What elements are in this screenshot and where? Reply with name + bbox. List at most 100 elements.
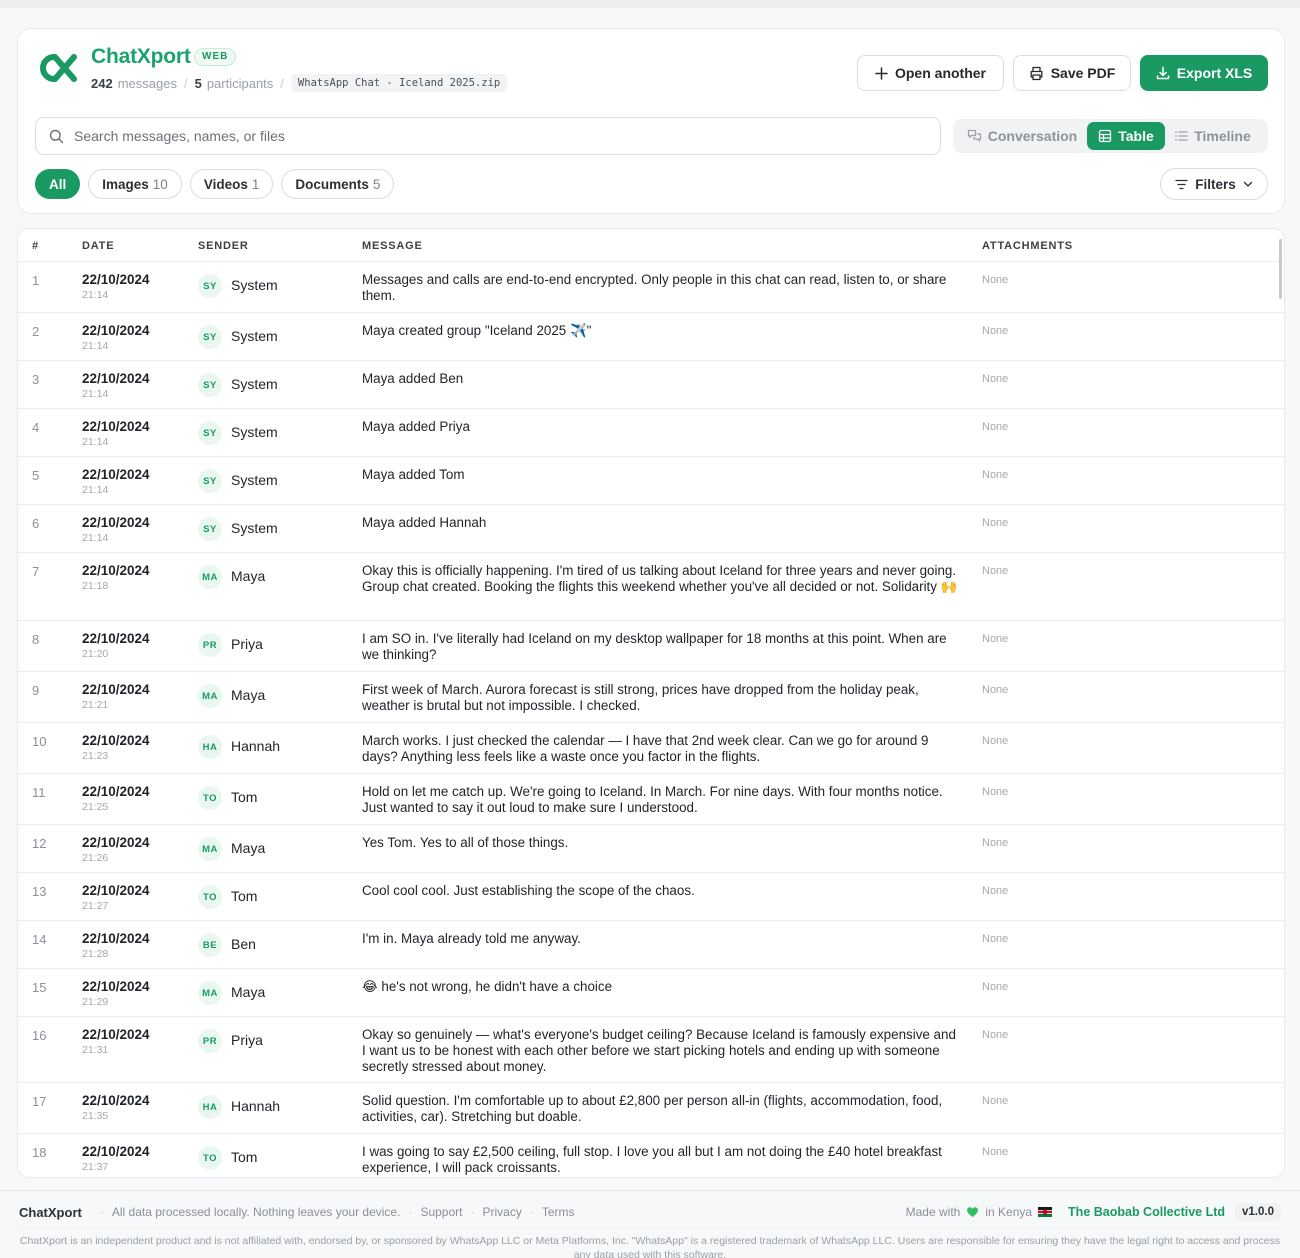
table-row[interactable]: 5 22/10/2024 21:14 SY System Maya added Tom No… <box>18 457 1284 505</box>
table-row[interactable]: 10 22/10/2024 21:23 HA Hannah March works. I … <box>18 723 1284 774</box>
row-date: 22/10/2024 <box>82 1093 150 1108</box>
save-pdf-button[interactable]: Save PDF <box>1013 55 1131 91</box>
tab-table[interactable]: Table <box>1087 122 1165 150</box>
chip-videos[interactable]: Videos 1 <box>189 169 274 199</box>
table-row[interactable]: 17 22/10/2024 21:35 HA Hannah Solid question.… <box>18 1083 1284 1134</box>
search-icon <box>49 129 64 143</box>
table-row[interactable]: 13 22/10/2024 21:27 TO Tom Cool cool cool. Ju… <box>18 873 1284 921</box>
support-link[interactable]: Support <box>420 1205 462 1219</box>
terms-link[interactable]: Terms <box>542 1205 575 1219</box>
table-row[interactable]: 16 22/10/2024 21:31 PR Priya Okay so genuinel… <box>18 1017 1284 1083</box>
row-time: 21:35 <box>82 1110 109 1122</box>
row-time: 21:14 <box>82 388 109 400</box>
view-switcher: Conversation Table Timeline <box>953 119 1268 153</box>
sender-name: Maya <box>231 840 266 856</box>
search-input[interactable] <box>74 128 940 144</box>
chat-bubbles-icon <box>967 129 981 142</box>
table-row[interactable]: 8 22/10/2024 21:20 PR Priya I am SO in. I've … <box>18 621 1284 672</box>
company-link[interactable]: The Baobab Collective Ltd <box>1068 1205 1225 1219</box>
sender-avatar: SY <box>198 469 222 493</box>
sender-name: Priya <box>231 1032 263 1048</box>
table-row[interactable]: 11 22/10/2024 21:25 TO Tom Hold on let me cat… <box>18 774 1284 825</box>
messages-label: messages <box>117 75 177 91</box>
filters-label: Filters <box>1195 176 1236 192</box>
tab-table-label: Table <box>1118 128 1154 144</box>
sender-name: Maya <box>231 984 266 1000</box>
row-time: 21:26 <box>82 852 109 864</box>
footer-divider <box>19 1227 1281 1228</box>
message-text: Messages and calls are end-to-end encryp… <box>362 272 947 303</box>
message-text: 😂 he's not wrong, he didn't have a choic… <box>362 979 613 994</box>
row-date: 22/10/2024 <box>82 1027 150 1042</box>
chip-count: 10 <box>152 176 168 192</box>
privacy-link[interactable]: Privacy <box>482 1205 521 1219</box>
row-date: 22/10/2024 <box>82 733 150 748</box>
row-number: 1 <box>32 273 40 288</box>
message-text: Okay this is officially happening. I'm t… <box>362 563 958 594</box>
sender-avatar: TO <box>198 885 222 909</box>
attachments-value: None <box>982 885 1009 897</box>
message-text: Maya created group "Iceland 2025 ✈️" <box>362 323 592 338</box>
row-date: 22/10/2024 <box>82 979 150 994</box>
sender-name: Ben <box>231 936 256 952</box>
save-pdf-label: Save PDF <box>1050 65 1116 81</box>
table-row[interactable]: 4 22/10/2024 21:14 SY System Maya added Priya… <box>18 409 1284 457</box>
tab-timeline[interactable]: Timeline <box>1165 122 1260 150</box>
table-row[interactable]: 9 22/10/2024 21:21 MA Maya First week of Marc… <box>18 672 1284 723</box>
header-attachments: ATTACHMENTS <box>982 240 1073 252</box>
row-time: 21:18 <box>82 580 109 592</box>
chip-all[interactable]: All <box>35 169 81 199</box>
brand-name: ChatXport <box>91 45 191 68</box>
message-text: Yes Tom. Yes to all of those things. <box>362 835 569 850</box>
attachments-value: None <box>982 469 1009 481</box>
filters-button[interactable]: Filters <box>1160 168 1268 200</box>
table-row[interactable]: 2 22/10/2024 21:14 SY System Maya created gro… <box>18 313 1284 361</box>
row-number: 4 <box>32 420 40 435</box>
tab-conversation[interactable]: Conversation <box>957 122 1087 150</box>
open-another-label: Open another <box>894 65 986 81</box>
row-time: 21:21 <box>82 699 109 711</box>
message-text: I am SO in. I've literally had Iceland o… <box>362 631 947 662</box>
messages-table: # DATE SENDER MESSAGE ATTACHMENTS 1 22/10… <box>17 228 1285 1178</box>
row-time: 21:23 <box>82 750 109 762</box>
row-date: 22/10/2024 <box>82 563 150 578</box>
sender-avatar: MA <box>198 565 222 589</box>
attachments-value: None <box>982 1029 1009 1041</box>
sender-avatar: SY <box>198 325 222 349</box>
row-date: 22/10/2024 <box>82 784 150 799</box>
export-xls-button[interactable]: Export XLS <box>1140 55 1268 91</box>
printer-icon <box>1030 66 1043 80</box>
table-row[interactable]: 1 22/10/2024 21:14 SY System Messages and cal… <box>18 262 1284 313</box>
sender-avatar: MA <box>198 837 222 861</box>
chip-documents[interactable]: Documents 5 <box>281 169 395 199</box>
sender-avatar: SY <box>198 517 222 541</box>
row-date: 22/10/2024 <box>82 883 150 898</box>
attachments-value: None <box>982 684 1009 696</box>
chip-images[interactable]: Images 10 <box>88 169 182 199</box>
row-number: 18 <box>32 1145 47 1160</box>
list-icon <box>1175 131 1188 141</box>
search-field[interactable] <box>35 117 941 155</box>
table-scrollbar[interactable] <box>1279 239 1282 299</box>
table-row[interactable]: 12 22/10/2024 21:26 MA Maya Yes Tom. Yes to a… <box>18 825 1284 873</box>
table-row[interactable]: 18 22/10/2024 21:37 TO Tom I was going to say… <box>18 1134 1284 1177</box>
attachments-value: None <box>982 1095 1009 1107</box>
message-text: Maya added Hannah <box>362 515 487 530</box>
sender-name: Tom <box>231 1149 258 1165</box>
row-number: 8 <box>32 632 40 647</box>
attachments-value: None <box>982 565 1009 577</box>
table-row[interactable]: 14 22/10/2024 21:28 BE Ben I'm in. Maya alrea… <box>18 921 1284 969</box>
row-time: 21:29 <box>82 996 109 1008</box>
attachments-value: None <box>982 633 1009 645</box>
open-another-button[interactable]: Open another <box>857 55 1004 91</box>
row-time: 21:37 <box>82 1161 109 1173</box>
table-row[interactable]: 15 22/10/2024 21:29 MA Maya 😂 he's not wrong,… <box>18 969 1284 1017</box>
table-icon <box>1099 129 1112 143</box>
attachments-value: None <box>982 373 1009 385</box>
footer-separator: · <box>408 1205 413 1219</box>
meta-separator: / <box>183 75 188 91</box>
table-row[interactable]: 3 22/10/2024 21:14 SY System Maya added Ben No… <box>18 361 1284 409</box>
sender-name: Tom <box>231 888 258 904</box>
table-row[interactable]: 6 22/10/2024 21:14 SY System Maya added Hanna… <box>18 505 1284 553</box>
table-row[interactable]: 7 22/10/2024 21:18 MA Maya Okay this is offic… <box>18 553 1284 621</box>
